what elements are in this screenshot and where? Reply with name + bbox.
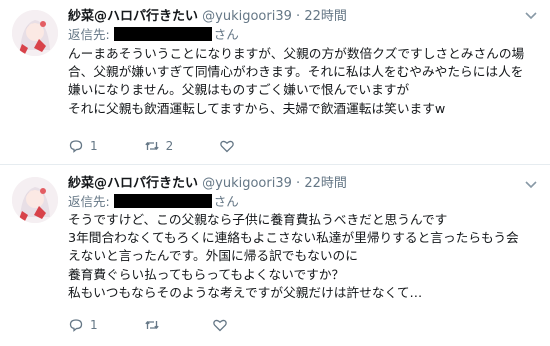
reply-button[interactable]: 1 xyxy=(68,138,98,154)
tweet-text-line: 嫌いになりません。父親はものすごく嫌いで恨んでいますが xyxy=(68,82,410,98)
display-name[interactable]: 紗菜@ハロパ行きたい xyxy=(68,176,198,191)
chevron-down-icon[interactable] xyxy=(524,177,538,191)
reply-to-suffix: さん xyxy=(213,194,239,209)
timestamp[interactable]: 22時間 xyxy=(304,9,347,24)
retweet-button[interactable] xyxy=(144,317,166,333)
retweet-count: 2 xyxy=(165,139,174,153)
avatar-illustration xyxy=(12,177,58,223)
like-icon xyxy=(220,140,235,153)
reply-button[interactable]: 1 xyxy=(68,317,98,333)
tweet-text-line: んーまあそういうことになりますが、父親の方が数倍クズですしさとみさんの場 xyxy=(68,46,525,61)
tweet-text-line: 私もいつもならそのような考えですが父親だけは許せなくて… xyxy=(68,284,423,300)
reply-to-suffix: さん xyxy=(213,27,239,42)
redacted-username xyxy=(113,27,212,41)
tweet-actions: 1 2 xyxy=(68,136,287,156)
redacted-username xyxy=(113,194,212,208)
retweet-icon xyxy=(144,321,159,329)
like-icon xyxy=(212,319,227,332)
user-handle[interactable]: @yukigoori39 xyxy=(202,9,292,24)
user-handle[interactable]: @yukigoori39 xyxy=(202,176,292,191)
retweet-button[interactable]: 2 xyxy=(144,138,174,154)
chevron-down-icon[interactable] xyxy=(524,8,538,22)
display-name[interactable]: 紗菜@ハロパ行きたい xyxy=(68,9,198,24)
reply-count: 1 xyxy=(90,139,98,153)
reply-icon xyxy=(69,140,83,153)
tweet-text-line: 3年間合わなくてもろくに連絡もよこさない私達が里帰りすると言ったらもう会 xyxy=(68,230,519,246)
reply-count: 1 xyxy=(90,318,98,332)
tweet-text-line: 合、父親が嫌いすぎて同情心がわきます。それに私は人をむやみやたらには人を xyxy=(68,64,524,80)
tweet-actions: 1 xyxy=(68,315,280,335)
tweet-header: 紗菜@ハロパ行きたい @yukigoori39 · 22時間 xyxy=(68,8,520,26)
like-button[interactable] xyxy=(219,138,241,154)
tweet-text: んーまあそういうことになりますが、父親の方が数倍クズですしさとみさんの場 合、父… xyxy=(68,45,536,118)
tweet-text-line: それに父親も飲酒運転してますから、夫婦で飲酒運転は笑いますw xyxy=(68,100,446,116)
reply-to-label: 返信先: xyxy=(68,194,110,209)
timestamp[interactable]: 22時間 xyxy=(304,176,347,191)
separator-dot: · xyxy=(296,176,301,191)
tweet-text-line: 養育費ぐらい払ってもらってもよくないですか？ xyxy=(68,266,345,282)
tweet-header: 紗菜@ハロパ行きたい @yukigoori39 · 22時間 xyxy=(68,175,520,193)
reply-to-label: 返信先: xyxy=(68,27,110,42)
avatar-illustration xyxy=(12,10,58,56)
tweet-text-line: そうですけど、この父親なら子供に養育費払うべきだと思うんです xyxy=(68,212,448,227)
reply-to-line: 返信先: さん xyxy=(68,26,239,44)
tweet[interactable]: 紗菜@ハロパ行きたい @yukigoori39 · 22時間 返信先: さん んー… xyxy=(0,0,550,165)
retweet-icon xyxy=(144,142,159,150)
avatar[interactable] xyxy=(12,177,58,223)
tweet-text: そうですけど、この父親なら子供に養育費払うべきだと思うんです 3年間合わなくても… xyxy=(68,211,536,302)
tweet-text-line: えないと言ったんです。外国に帰る訳でもないのに xyxy=(68,248,358,264)
tweet[interactable]: 紗菜@ハロパ行きたい @yukigoori39 · 22時間 返信先: さん そう… xyxy=(0,165,550,346)
reply-to-line: 返信先: さん xyxy=(68,193,239,211)
separator-dot: · xyxy=(296,9,301,24)
avatar[interactable] xyxy=(12,10,58,56)
reply-icon xyxy=(69,319,83,332)
like-button[interactable] xyxy=(212,317,234,333)
